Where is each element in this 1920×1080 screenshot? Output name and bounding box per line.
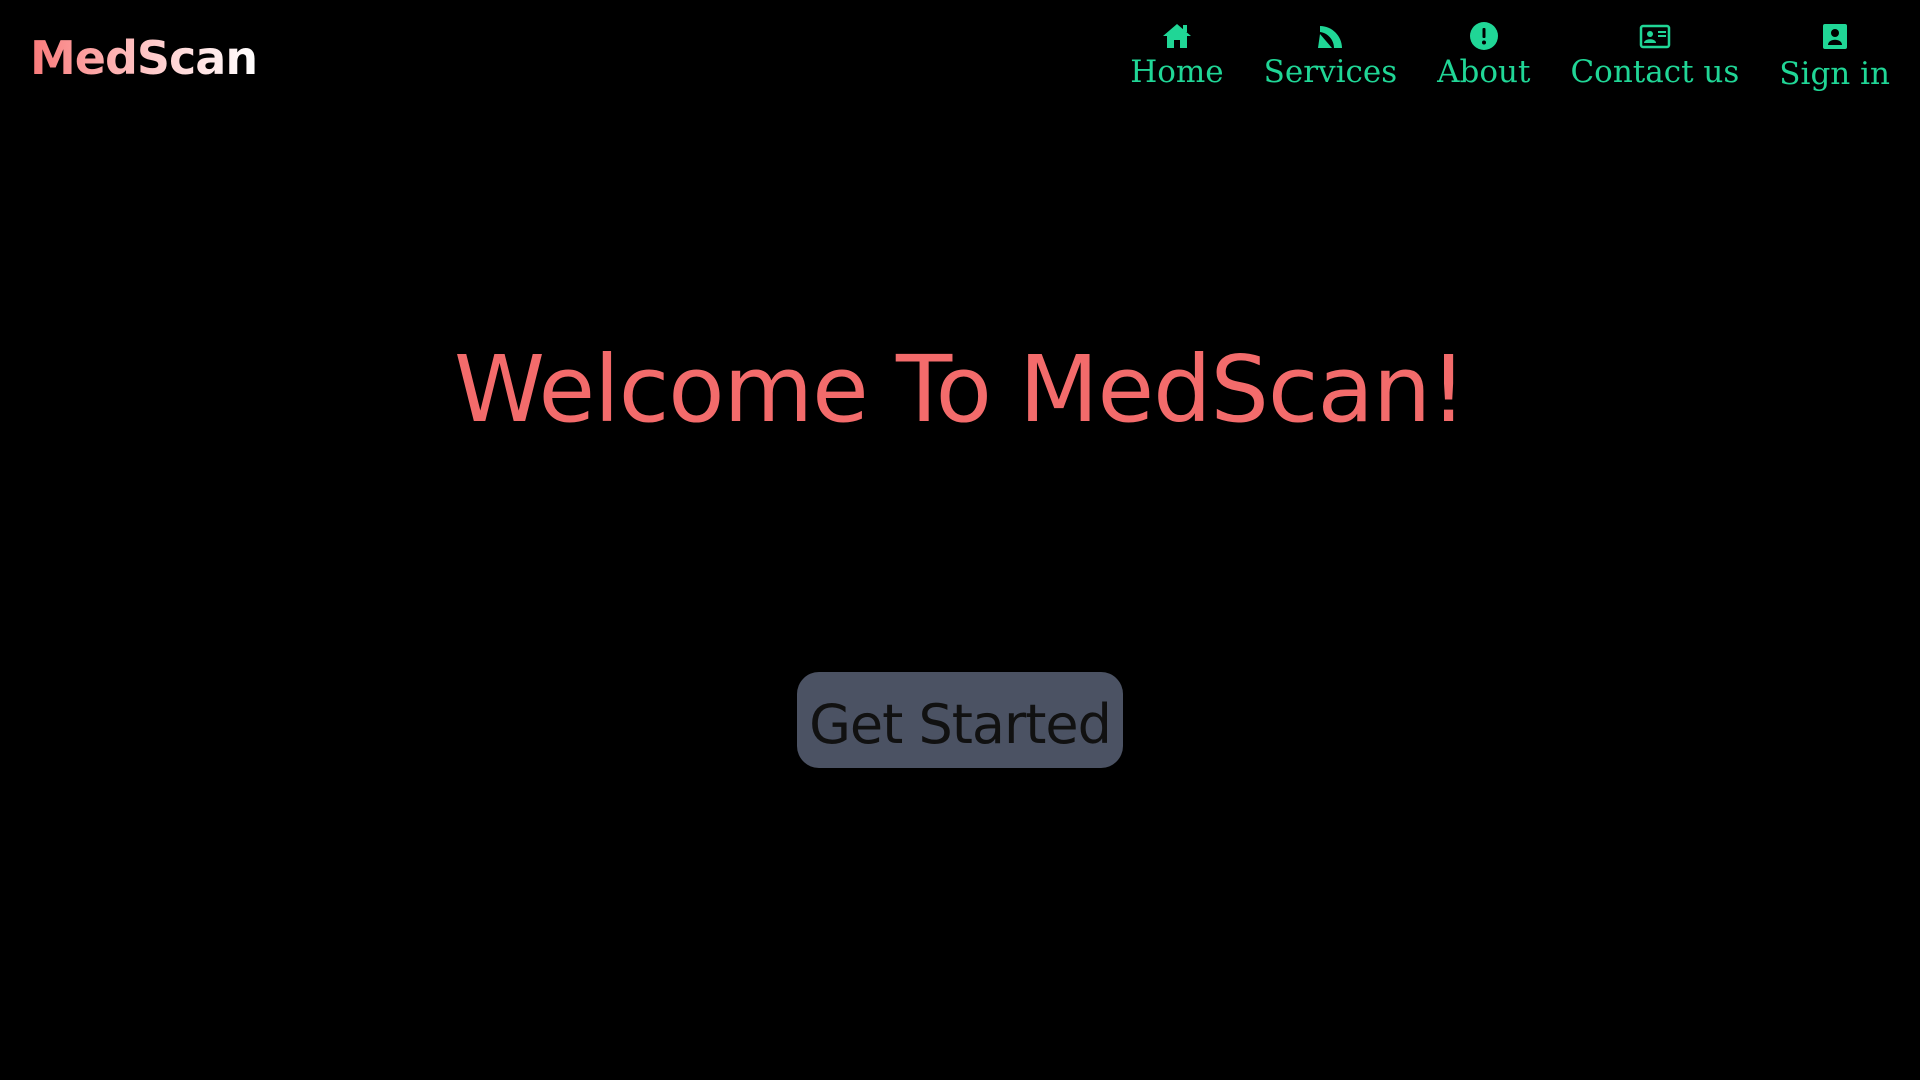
nav-item-services[interactable]: Services [1264,20,1397,90]
main-nav: Home Services About Contact us Sign in [1130,20,1890,92]
hero-title: Welcome To MedScan! [453,336,1467,443]
nav-item-about[interactable]: About [1437,20,1530,90]
nav-item-home[interactable]: Home [1130,20,1224,90]
brand-logo[interactable]: MedScan [30,27,258,89]
user-square-icon [1819,20,1851,52]
exclamation-circle-icon [1468,20,1500,52]
id-card-icon [1639,20,1671,52]
nav-item-sign-in[interactable]: Sign in [1779,20,1890,92]
get-started-button[interactable]: Get Started [797,672,1123,768]
nav-item-contact-label: Contact us [1570,54,1740,90]
nav-item-home-label: Home [1130,54,1224,90]
satellite-dish-icon [1314,20,1346,52]
nav-item-sign-in-label: Sign in [1779,56,1890,92]
nav-item-about-label: About [1437,54,1531,90]
nav-item-services-label: Services [1263,54,1398,90]
nav-item-contact[interactable]: Contact us [1570,20,1739,90]
home-icon [1161,20,1193,52]
